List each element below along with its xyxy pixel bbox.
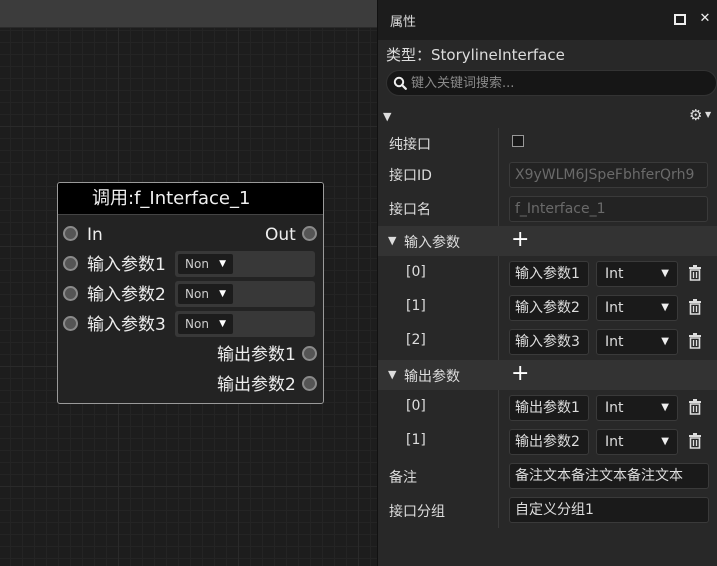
param-index: [1] <box>406 432 426 448</box>
input-value-box-1: Non ▼ <box>175 251 315 277</box>
dropdown-value: Non <box>185 317 209 331</box>
output-port-2[interactable] <box>302 376 317 391</box>
inputs-section-header[interactable]: ▼ 输入参数 + <box>378 226 717 256</box>
out-port[interactable] <box>302 226 317 241</box>
dropdown-caret-icon: ▼ <box>219 259 226 269</box>
node-title: 调用:f_Interface_1 <box>58 183 323 215</box>
out-port-label: Out <box>265 225 296 245</box>
select-value: Int <box>605 334 624 350</box>
input-type-dropdown-1[interactable]: Non ▼ <box>178 254 233 274</box>
in-port[interactable] <box>63 226 78 241</box>
dropdown-value: Non <box>185 257 209 271</box>
output-port-label: 输出参数1 <box>217 345 296 365</box>
maximize-button[interactable] <box>672 12 686 26</box>
output-param-type-select[interactable]: Int ▼ <box>596 429 678 455</box>
inputs-section-label: 输入参数 <box>404 235 460 251</box>
dropdown-caret-icon: ▼ <box>219 289 226 299</box>
search-icon <box>393 76 407 90</box>
input-port-3[interactable] <box>63 316 78 331</box>
panel-title: 属性 <box>390 15 417 30</box>
note-field[interactable]: 备注文本备注文本备注文本 <box>509 463 709 489</box>
output-param-name-field[interactable]: 输出参数1 <box>509 395 589 421</box>
close-button[interactable]: ✕ <box>698 12 712 26</box>
dropdown-caret-icon: ▼ <box>219 319 226 329</box>
close-icon: ✕ <box>699 11 711 26</box>
param-index: [1] <box>406 298 426 314</box>
interface-call-node[interactable]: 调用:f_Interface_1 In Out 输入参数1 Non ▼ 输入参数2… <box>57 182 324 404</box>
interface-name-field[interactable]: f_Interface_1 <box>509 196 708 222</box>
input-port-label: 输入参数2 <box>87 285 166 305</box>
collapse-triangle-icon[interactable]: ▼ <box>388 234 396 247</box>
search-input[interactable] <box>411 74 701 92</box>
interface-id-field[interactable]: X9yWLM6JSpeFbhferQrh9 <box>509 162 708 188</box>
param-index: [0] <box>406 264 426 280</box>
input-param-name-field[interactable]: 输入参数2 <box>509 295 589 321</box>
interface-id-label: 接口ID <box>389 168 432 184</box>
type-label: 类型：StorylineInterface <box>386 46 565 64</box>
group-field[interactable]: 自定义分组1 <box>509 497 709 523</box>
output-port-label: 输出参数2 <box>217 375 296 395</box>
gear-caret-icon[interactable]: ▼ <box>705 110 711 119</box>
dropdown-caret-icon: ▼ <box>661 336 669 347</box>
input-value-box-3: Non ▼ <box>175 311 315 337</box>
note-label: 备注 <box>389 470 417 486</box>
collapse-all-icon[interactable]: ▼ <box>383 110 391 123</box>
collapse-triangle-icon[interactable]: ▼ <box>388 368 396 381</box>
select-value: Int <box>605 434 624 450</box>
input-type-dropdown-2[interactable]: Non ▼ <box>178 284 233 304</box>
dropdown-caret-icon: ▼ <box>661 302 669 313</box>
output-param-type-select[interactable]: Int ▼ <box>596 395 678 421</box>
input-port-1[interactable] <box>63 256 78 271</box>
dropdown-caret-icon: ▼ <box>661 268 669 279</box>
maximize-icon <box>674 14 686 25</box>
input-param-type-select[interactable]: Int ▼ <box>596 261 678 287</box>
param-index: [2] <box>406 332 426 348</box>
canvas-toolbar <box>0 0 377 28</box>
input-param-name-field[interactable]: 输入参数1 <box>509 261 589 287</box>
param-index: [0] <box>406 398 426 414</box>
dropdown-caret-icon: ▼ <box>661 436 669 447</box>
panel-titlebar: 属性 ✕ <box>378 0 717 40</box>
select-value: Int <box>605 400 624 416</box>
select-value: Int <box>605 266 624 282</box>
trash-icon[interactable] <box>688 265 702 281</box>
pure-interface-checkbox[interactable] <box>512 135 524 147</box>
add-input-button[interactable]: + <box>511 228 529 252</box>
group-label: 接口分组 <box>389 504 445 520</box>
input-param-name-field[interactable]: 输入参数3 <box>509 329 589 355</box>
output-port-1[interactable] <box>302 346 317 361</box>
column-divider[interactable] <box>498 128 499 528</box>
input-type-dropdown-3[interactable]: Non ▼ <box>178 314 233 334</box>
in-port-label: In <box>87 225 103 245</box>
input-port-label: 输入参数1 <box>87 255 166 275</box>
select-value: Int <box>605 300 624 316</box>
dropdown-caret-icon: ▼ <box>661 402 669 413</box>
trash-icon[interactable] <box>688 333 702 349</box>
input-port-2[interactable] <box>63 286 78 301</box>
trash-icon[interactable] <box>688 299 702 315</box>
input-param-type-select[interactable]: Int ▼ <box>596 295 678 321</box>
add-output-button[interactable]: + <box>511 362 529 386</box>
input-param-type-select[interactable]: Int ▼ <box>596 329 678 355</box>
trash-icon[interactable] <box>688 399 702 415</box>
outputs-section-label: 输出参数 <box>404 369 460 385</box>
output-param-name-field[interactable]: 输出参数2 <box>509 429 589 455</box>
interface-name-label: 接口名 <box>389 202 431 218</box>
outputs-section-header[interactable]: ▼ 输出参数 + <box>378 360 717 390</box>
input-value-box-2: Non ▼ <box>175 281 315 307</box>
properties-panel: 属性 ✕ 类型：StorylineInterface ▼ ⚙ ▼ 纯接口 接口I… <box>377 0 717 566</box>
gear-icon[interactable]: ⚙ <box>689 106 702 124</box>
dropdown-value: Non <box>185 287 209 301</box>
graph-canvas[interactable]: 调用:f_Interface_1 In Out 输入参数1 Non ▼ 输入参数2… <box>0 0 377 566</box>
input-port-label: 输入参数3 <box>87 315 166 335</box>
trash-icon[interactable] <box>688 433 702 449</box>
search-box[interactable] <box>386 70 717 96</box>
pure-interface-label: 纯接口 <box>389 137 431 153</box>
